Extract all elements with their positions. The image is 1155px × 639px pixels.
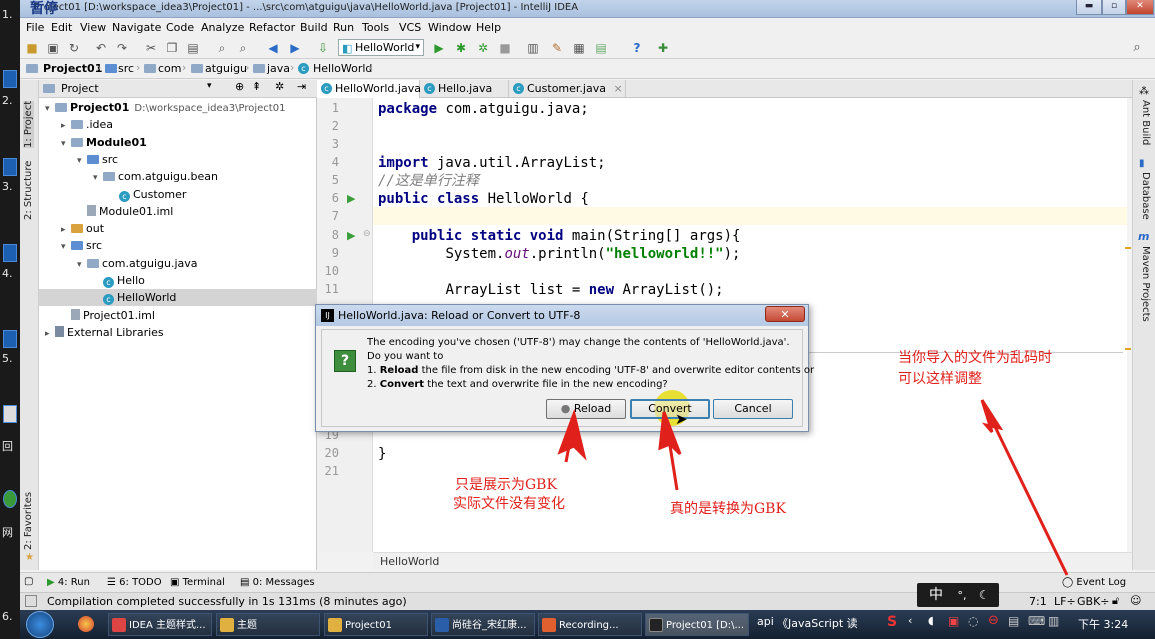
taskbar-item-label: Recording...	[559, 620, 619, 631]
annotation-tip-1: 当你导入的文件为乱码时	[898, 350, 1052, 366]
app-icon	[112, 618, 126, 632]
taskbar-item-label: 主题	[237, 620, 257, 631]
network-tray-icon[interactable]: ▥	[1048, 614, 1059, 628]
arrowhead-tip	[980, 399, 1004, 433]
idea-icon	[649, 618, 663, 632]
taskbar-item-label: Project01 [D:\...	[666, 620, 744, 631]
sogou-icon[interactable]: S	[887, 614, 897, 630]
start-button[interactable]	[26, 611, 54, 638]
arrowhead-reload	[557, 408, 587, 461]
taskbar-item-label: 尚硅谷_宋红康...	[452, 620, 527, 631]
annotation-reload-1: 只是展示为GBK	[455, 477, 557, 493]
taskbar-item[interactable]: Recording...	[538, 613, 642, 636]
recording-icon	[542, 618, 556, 632]
folder-icon	[220, 618, 234, 632]
folder-icon	[328, 618, 342, 632]
clock[interactable]: 下午 3:24	[1078, 616, 1128, 632]
arrow-tip	[984, 407, 1069, 576]
annotation-reload-2: 实际文件没有变化	[453, 496, 565, 512]
tray-app-icon[interactable]: ◌	[968, 614, 978, 628]
taskbar-item[interactable]: 主题	[216, 613, 320, 636]
taskbar-item[interactable]: Project01	[324, 613, 428, 636]
word-icon	[435, 618, 449, 632]
taskbar-item[interactable]: IDEA 主题样式...	[108, 613, 212, 636]
tray-text[interactable]: api	[757, 615, 774, 628]
taskbar-item[interactable]: 尚硅谷_宋红康...	[431, 613, 535, 636]
annotation-tip-2: 可以这样调整	[898, 371, 982, 387]
tray-chevron-icon[interactable]: ‹	[908, 614, 912, 627]
volume-icon[interactable]: ◖	[928, 614, 934, 627]
keyboard-icon[interactable]: ⌨	[1028, 614, 1045, 628]
tray-text[interactable]: 《JavaScript 读	[777, 615, 858, 631]
chrome-icon[interactable]	[78, 616, 94, 632]
taskbar-item-label: Project01	[345, 620, 392, 631]
windows-taskbar: IDEA 主题样式... 主题 Project01 尚硅谷_宋红康... Rec…	[20, 610, 1155, 639]
annotation-arrows	[557, 399, 1069, 576]
tray-app-icon[interactable]: ▤	[1008, 614, 1019, 628]
tray-stop-icon[interactable]: ⊖	[988, 613, 999, 628]
annotation-convert: 真的是转换为GBK	[670, 501, 786, 517]
tray-app-icon[interactable]: ▣	[948, 614, 959, 628]
taskbar-item[interactable]: Project01 [D:\...	[645, 613, 749, 636]
taskbar-item-label: IDEA 主题样式...	[129, 620, 206, 631]
